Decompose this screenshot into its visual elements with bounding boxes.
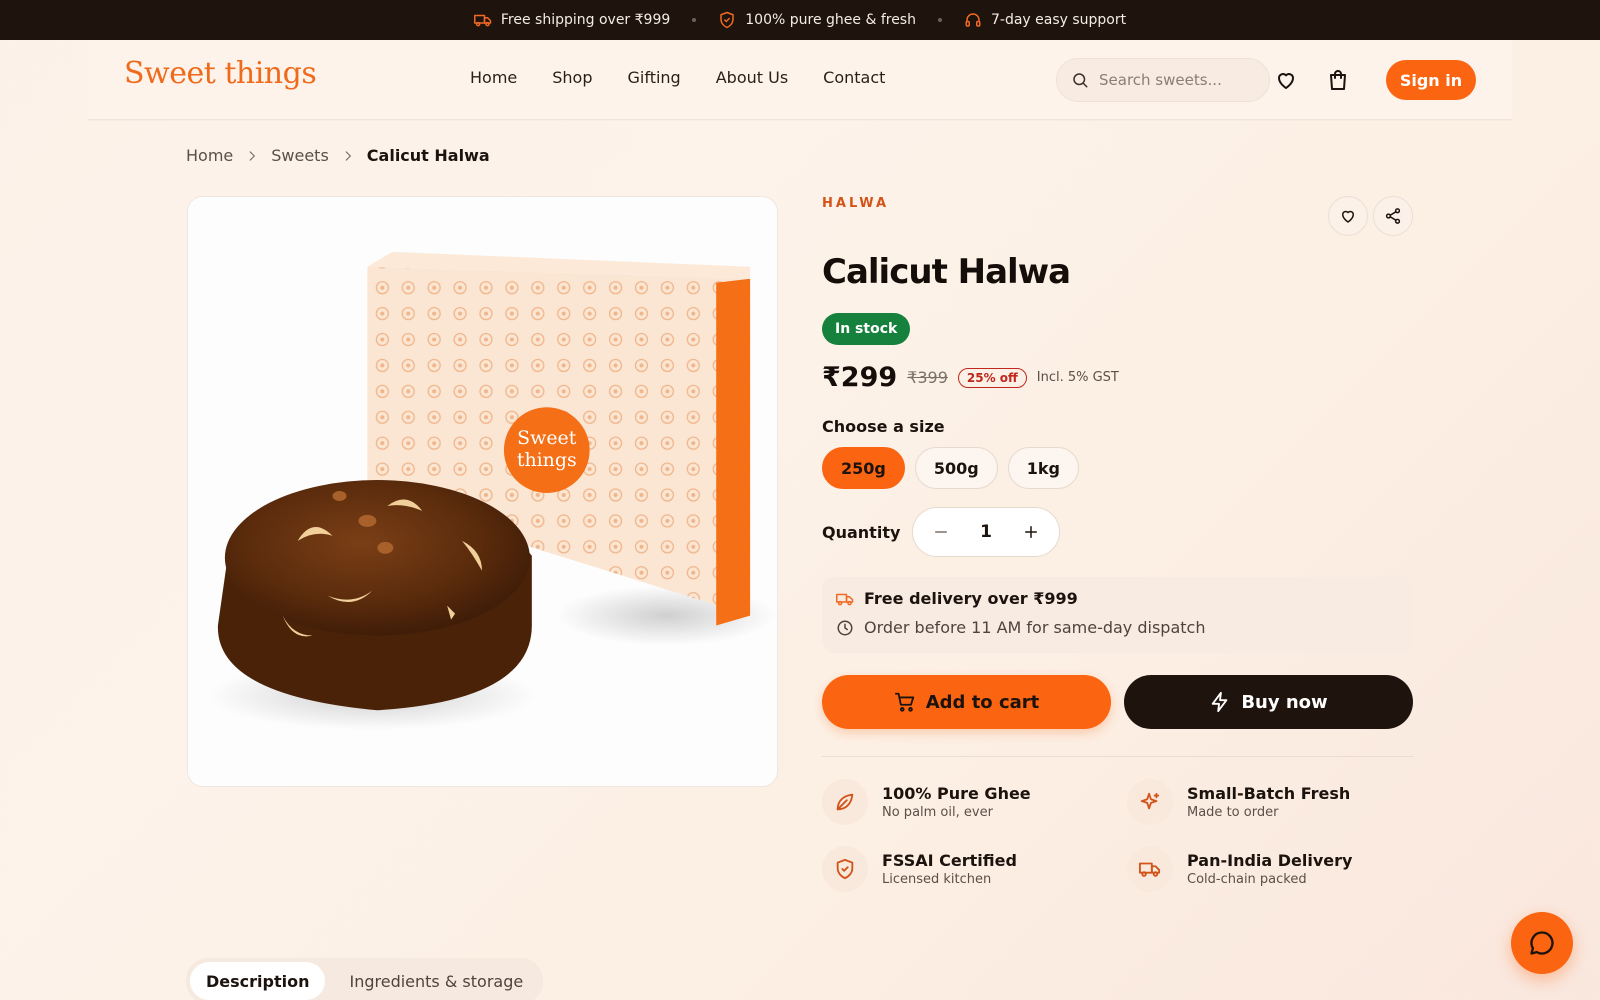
announcement-shipping: Free shipping over ₹999 [473,11,671,29]
feature-title: FSSAI Certified [882,851,1017,870]
nav-shop[interactable]: Shop [552,68,592,87]
feature-icon-wrap [1127,846,1173,892]
stock-badge: In stock [822,313,911,345]
feature-small-batch: Small-Batch Fresh Made to order [1127,779,1350,825]
tab-description[interactable]: Description [190,962,326,1000]
headset-icon [965,13,981,27]
search-input[interactable] [1099,71,1259,89]
feature-icon-wrap [822,846,868,892]
size-options: 250g 500g 1kg [822,447,1079,489]
increase-button[interactable] [1019,520,1043,544]
sign-in-button[interactable]: Sign in [1386,60,1476,100]
feature-title: Pan-India Delivery [1187,851,1353,870]
feature-subtitle: Made to order [1187,805,1279,820]
divider [822,756,1414,757]
add-to-cart-button[interactable]: Add to cart [822,675,1111,729]
quantity-value[interactable]: 1 [980,522,992,542]
breadcrumb-sweets[interactable]: Sweets [271,146,329,165]
delivery-line: Free delivery over ₹999 [836,589,1400,608]
nav-home[interactable]: Home [470,68,517,87]
truck-icon [836,593,854,605]
plus-icon [1025,526,1037,538]
feature-subtitle: No palm oil, ever [882,805,993,820]
breadcrumb-current: Calicut Halwa [366,146,490,165]
heart-icon [1342,210,1354,223]
delivery-info: Free delivery over ₹999 Order before 11 … [822,577,1414,653]
original-price: ₹399 [907,368,948,387]
site-header: Sweet things Home Shop Gifting About Us … [88,40,1512,120]
size-option-250g[interactable]: 250g [822,447,905,489]
tab-ingredients-storage[interactable]: Ingredients & storage [333,962,539,1000]
leaf-icon [836,793,854,811]
heart-icon[interactable] [1274,68,1298,92]
buy-now-label: Buy now [1241,691,1328,713]
feature-pure-ghee: 100% Pure Ghee No palm oil, ever [822,779,1031,825]
breadcrumb: Home Sweets Calicut Halwa [186,146,490,165]
announcement-ghee: 100% pure ghee & fresh [718,11,916,29]
product-title: Calicut Halwa [822,252,1071,292]
search-icon [1073,73,1088,88]
quantity-label: Quantity [822,523,901,542]
product-category: HALWA [822,196,890,211]
shield-icon [720,11,735,29]
product-photo: Sweet things [188,197,777,786]
cart-icon [894,692,914,712]
feature-title: Small-Batch Fresh [1187,784,1351,803]
nav-contact[interactable]: Contact [823,68,885,87]
lightning-icon [1212,691,1228,713]
announcement-text: Free shipping over ₹999 [500,12,671,28]
price-row: ₹299 ₹399 25% off Incl. 5% GST [822,362,1119,393]
quantity-stepper: 1 [912,507,1060,557]
buy-now-button[interactable]: Buy now [1124,675,1413,729]
chat-button[interactable] [1511,912,1573,974]
main-nav: Home Shop Gifting About Us Contact [470,68,885,87]
add-to-cart-label: Add to cart [925,691,1040,713]
shield-check-icon [836,858,854,880]
delivery-text: Free delivery over ₹999 [864,589,1078,608]
sparkle-icon [1140,792,1160,810]
nav-about-us[interactable]: About Us [716,68,788,87]
feature-icon-wrap [822,779,868,825]
truck-icon [1139,862,1161,877]
logo[interactable]: Sweet things [124,56,317,91]
clock-icon [837,620,853,635]
nav-gifting[interactable]: Gifting [628,68,681,87]
shopping-bag-icon[interactable] [1326,68,1350,92]
minus-icon [935,531,947,533]
size-label: Choose a size [822,417,945,436]
box-label-line-1: Sweet [517,427,577,449]
feature-fssai: FSSAI Certified Licensed kitchen [822,846,1017,892]
detail-tabs: Description Ingredients & storage [186,958,544,1000]
feature-delivery: Pan-India Delivery Cold-chain packed [1127,846,1352,892]
current-price: ₹299 [822,362,898,393]
dispatch-text: Order before 11 AM for same-day dispatch [864,618,1206,637]
dispatch-line: Order before 11 AM for same-day dispatch [836,618,1400,637]
search-box[interactable] [1056,58,1270,102]
size-option-1kg[interactable]: 1kg [1007,447,1079,489]
box-label-line-2: things [517,449,577,471]
discount-badge: 25% off [957,367,1027,388]
announcement-text: 100% pure ghee & fresh [745,12,916,28]
chat-bubble-icon [1530,931,1554,955]
feature-subtitle: Cold-chain packed [1187,872,1307,887]
tax-note: Incl. 5% GST [1036,370,1119,385]
breadcrumb-home[interactable]: Home [186,146,233,165]
wishlist-button[interactable] [1328,196,1368,236]
decrease-button[interactable] [929,520,953,544]
size-option-500g[interactable]: 500g [914,447,998,489]
product-image[interactable]: Sweet things [187,196,778,787]
feature-icon-wrap [1127,779,1173,825]
announcement-text: 7-day easy support [990,12,1127,28]
share-icon [1385,208,1401,224]
separator-dot [937,18,942,22]
chevron-right-icon [249,150,256,161]
share-button[interactable] [1373,196,1413,236]
chevron-right-icon [345,150,351,161]
separator-dot [692,18,697,22]
announcement-support: 7-day easy support [964,11,1126,29]
feature-title: 100% Pure Ghee [882,784,1031,803]
truck-icon [473,14,492,27]
feature-subtitle: Licensed kitchen [882,872,992,887]
announcement-bar: Free shipping over ₹999 100% pure ghee &… [0,0,1600,40]
